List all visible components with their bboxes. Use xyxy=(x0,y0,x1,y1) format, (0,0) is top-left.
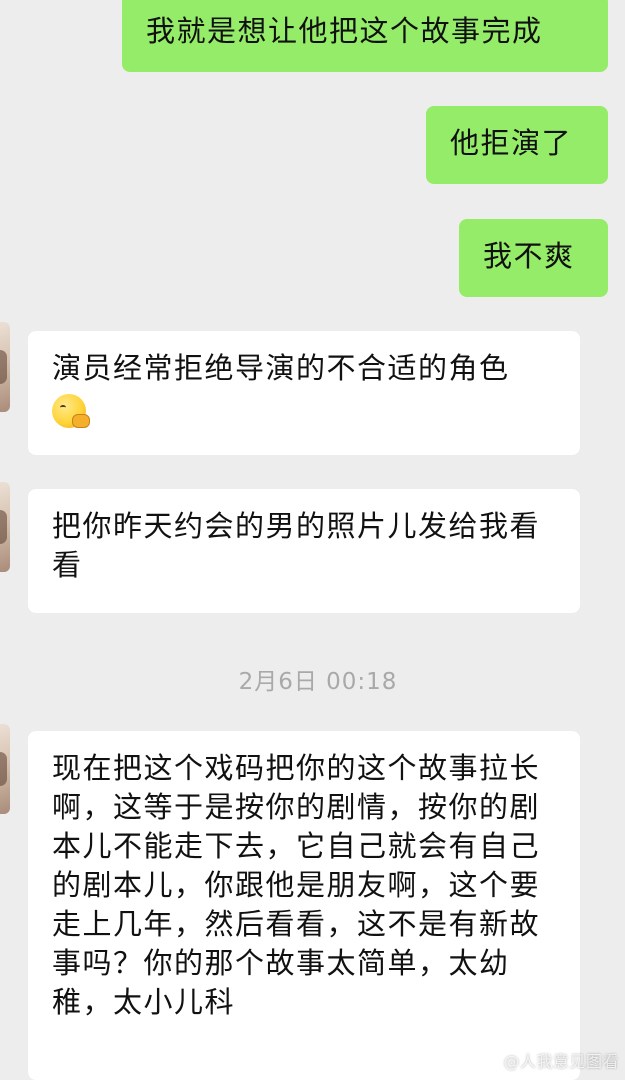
incoming-message[interactable]: 演员经常拒绝导演的不合适的角色 xyxy=(28,331,580,455)
incoming-message[interactable]: 现在把这个戏码把你的这个故事拉长啊，这等于是按你的剧情，按你的剧本儿不能走下去，… xyxy=(28,731,580,1080)
contact-avatar[interactable] xyxy=(0,482,10,572)
incoming-message[interactable]: 把你昨天约会的男的照片儿发给我看看 xyxy=(28,489,580,613)
message-timestamp: 2月6日 00:18 xyxy=(238,669,398,695)
message-text: 现在把这个戏码把你的这个故事拉长啊，这等于是按你的剧情，按你的剧本儿不能走下去，… xyxy=(52,751,541,1019)
outgoing-message[interactable]: 我就是想让他把这个故事完成 xyxy=(122,0,608,72)
contact-avatar[interactable] xyxy=(0,322,10,412)
message-text: 把你昨天约会的男的照片儿发给我看看 xyxy=(52,509,541,582)
message-text: 他拒演了 xyxy=(450,126,573,160)
message-text: 演员经常拒绝导演的不合适的角色 xyxy=(52,351,510,385)
outgoing-message[interactable]: 他拒演了 xyxy=(426,106,608,184)
thinking-face-emoji xyxy=(52,394,90,428)
outgoing-message[interactable]: 我不爽 xyxy=(459,219,608,297)
message-text: 我就是想让他把这个故事完成 xyxy=(146,14,543,48)
message-text: 我不爽 xyxy=(483,239,575,273)
weibo-watermark: @人我意见图看 xyxy=(503,1052,619,1071)
contact-avatar[interactable] xyxy=(0,724,10,814)
